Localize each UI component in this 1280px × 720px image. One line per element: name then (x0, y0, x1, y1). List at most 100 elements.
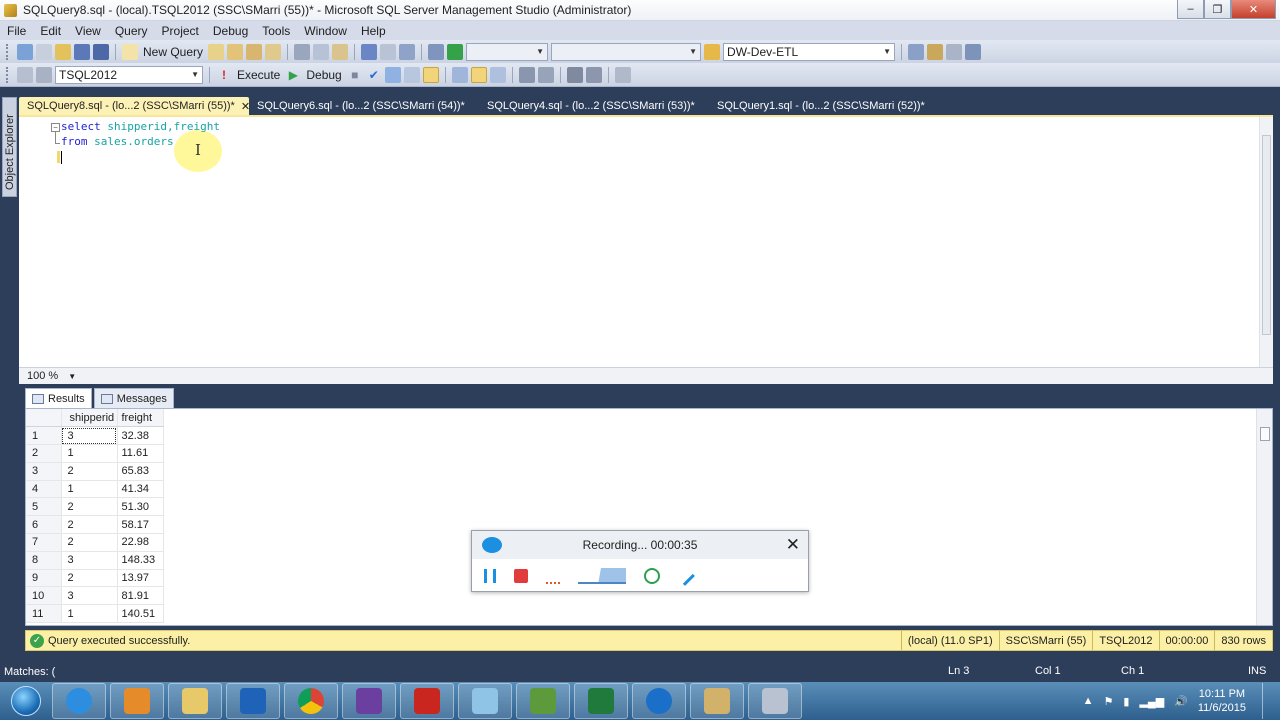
freight-cell[interactable]: 58.17 (117, 515, 164, 535)
parse-checkmark-icon[interactable]: ✔ (366, 67, 382, 83)
paste-icon[interactable] (332, 44, 349, 60)
maximize-button[interactable]: ❐ (1204, 0, 1231, 19)
display-estimated-plan-icon[interactable] (384, 66, 401, 83)
row-number-cell[interactable]: 8 (26, 551, 62, 570)
database-engine-query-icon[interactable] (208, 44, 225, 60)
scrollbar-thumb[interactable] (1260, 427, 1270, 441)
mdx-query-icon[interactable] (246, 44, 263, 60)
tab-sqlquery1[interactable]: SQLQuery1.sql - (lo...2 (SSC\SMarri (52)… (709, 97, 939, 115)
taskbar-file-explorer[interactable] (168, 683, 222, 719)
taskbar-tools[interactable] (690, 683, 744, 719)
properties-icon[interactable] (908, 44, 925, 60)
connect-icon[interactable] (17, 66, 33, 83)
available-databases-combo[interactable]: TSQL2012 ▼ (55, 65, 203, 84)
tab-results[interactable]: Results (25, 388, 92, 408)
taskbar-teamviewer[interactable] (632, 683, 686, 719)
row-number-cell[interactable]: 5 (26, 497, 62, 517)
shipperid-cell[interactable]: 2 (61, 569, 118, 588)
column-header-shipperid[interactable]: shipperid (61, 409, 118, 428)
shipperid-cell[interactable]: 1 (61, 444, 118, 463)
options-icon[interactable] (965, 44, 982, 60)
save-icon[interactable] (74, 44, 90, 60)
collapse-region-icon[interactable]: − (51, 123, 60, 132)
specify-template-values-icon[interactable] (614, 66, 631, 83)
close-window-button[interactable]: ✕ (1231, 0, 1276, 19)
query-designer-icon[interactable] (403, 66, 420, 83)
menu-query[interactable]: Query (108, 24, 155, 38)
menu-file[interactable]: File (0, 24, 33, 38)
taskbar-chrome[interactable] (284, 683, 338, 719)
taskbar-acrobat[interactable] (400, 683, 454, 719)
freight-cell[interactable]: 13.97 (117, 569, 164, 588)
minimize-button[interactable]: – (1177, 0, 1204, 19)
results-to-grid-icon[interactable] (422, 66, 439, 83)
object-explorer-icon[interactable] (927, 44, 944, 60)
webcam-icon[interactable] (644, 567, 660, 584)
audio-off-icon[interactable] (546, 581, 560, 584)
shipperid-cell[interactable]: 1 (61, 480, 118, 499)
freight-cell[interactable]: 65.83 (117, 462, 164, 481)
results-to-text-icon[interactable] (489, 66, 506, 83)
freight-cell[interactable]: 32.38 (117, 426, 164, 446)
save-all-icon[interactable] (93, 44, 109, 60)
shipperid-cell[interactable]: 1 (61, 604, 118, 624)
row-number-cell[interactable]: 10 (26, 586, 62, 606)
taskbar-project[interactable] (516, 683, 570, 719)
row-number-cell[interactable]: 2 (26, 444, 62, 463)
solution-explorer-icon[interactable] (428, 44, 445, 60)
xmla-query-icon[interactable] (265, 44, 282, 60)
uncomment-icon[interactable] (537, 66, 554, 83)
column-header-freight[interactable]: freight (117, 409, 164, 428)
freight-cell[interactable]: 81.91 (117, 586, 164, 606)
connection-icon[interactable] (704, 44, 721, 60)
open-file-icon[interactable] (55, 44, 71, 60)
table-row[interactable]: 1 3 32.38 (26, 426, 164, 446)
query-editor[interactable]: − select shipperid,freight from sales.or… (19, 115, 1273, 367)
recorder-close-button[interactable]: ✕ (786, 535, 800, 555)
tab-sqlquery8[interactable]: SQLQuery8.sql - (lo...2 (SSC\SMarri (55)… (19, 97, 250, 115)
freight-cell[interactable]: 140.51 (117, 604, 164, 624)
tab-sqlquery4[interactable]: SQLQuery4.sql - (lo...2 (SSC\SMarri (53)… (479, 97, 709, 115)
undo-icon[interactable] (361, 44, 378, 60)
grid-vertical-scrollbar[interactable] (1256, 409, 1272, 625)
table-row[interactable]: 11 1 140.51 (26, 604, 164, 624)
table-row[interactable]: 9 2 13.97 (26, 569, 164, 588)
shipperid-cell[interactable]: 3 (61, 586, 118, 606)
menu-view[interactable]: View (68, 24, 108, 38)
table-row[interactable]: 10 3 81.91 (26, 586, 164, 606)
include-actual-plan-icon[interactable] (451, 66, 468, 83)
volume-icon[interactable]: 🔊 (1174, 695, 1188, 708)
freight-cell[interactable]: 148.33 (117, 551, 164, 570)
taskbar-internet-explorer[interactable] (52, 683, 106, 719)
menu-edit[interactable]: Edit (33, 24, 68, 38)
menu-debug[interactable]: Debug (206, 24, 255, 38)
start-debugging-icon[interactable] (447, 44, 464, 60)
shipperid-cell[interactable]: 3 (61, 426, 118, 446)
network-icon[interactable]: ▂▄▆ (1139, 695, 1164, 708)
comment-out-icon[interactable] (518, 66, 535, 83)
change-connection-icon[interactable] (36, 66, 52, 83)
menu-project[interactable]: Project (155, 24, 206, 38)
shipperid-cell[interactable]: 3 (61, 551, 118, 570)
execute-button[interactable]: Execute (235, 68, 282, 82)
freight-cell[interactable]: 22.98 (117, 533, 164, 552)
results-grid[interactable]: shipperid freight 1 3 32.38 2 1 11.61 3 2 65.83 4… (25, 408, 1273, 626)
audio-level-icon[interactable] (578, 567, 626, 584)
battery-icon[interactable]: ▮ (1123, 695, 1129, 708)
cut-icon[interactable] (294, 44, 311, 60)
increase-indent-icon[interactable] (585, 66, 602, 83)
pen-icon[interactable] (675, 565, 695, 586)
table-row[interactable]: 7 2 22.98 (26, 533, 164, 552)
tab-sqlquery6[interactable]: SQLQuery6.sql - (lo...2 (SSC\SMarri (54)… (249, 97, 479, 115)
freight-cell[interactable]: 11.61 (117, 444, 164, 463)
pause-icon[interactable] (484, 568, 496, 583)
action-center-flag-icon[interactable]: ⚑ (1104, 695, 1114, 708)
table-row[interactable]: 3 2 65.83 (26, 462, 164, 481)
analysis-query-icon[interactable] (227, 44, 244, 60)
editor-vertical-scrollbar[interactable] (1259, 117, 1273, 367)
shipperid-cell[interactable]: 2 (61, 533, 118, 552)
zoom-combo[interactable]: 100 % ▼ (27, 370, 76, 382)
debug-button[interactable]: Debug (304, 68, 343, 82)
freight-cell[interactable]: 41.34 (117, 480, 164, 499)
table-row[interactable]: 4 1 41.34 (26, 480, 164, 499)
